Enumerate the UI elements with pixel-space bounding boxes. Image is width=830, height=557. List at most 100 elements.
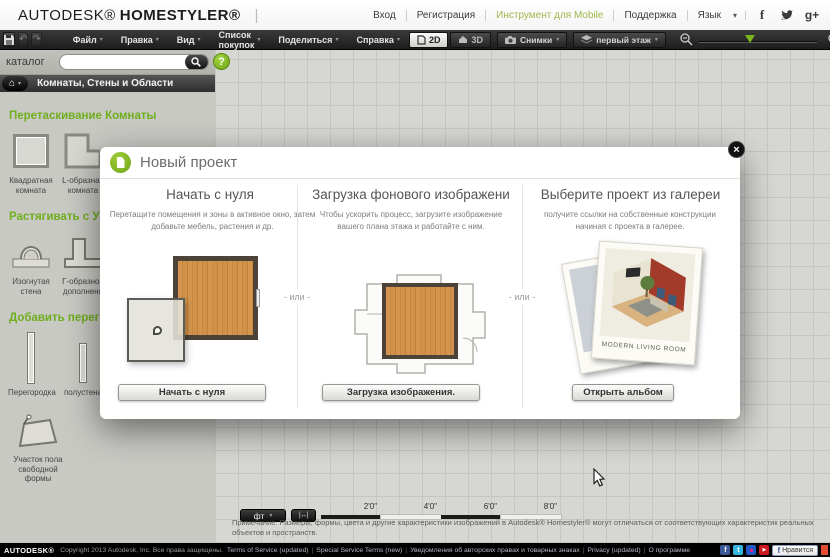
- logo-autodesk: AUTODESK®: [18, 7, 116, 24]
- menu-share[interactable]: Поделиться▾: [269, 30, 347, 50]
- square-room-icon: [13, 134, 49, 168]
- ruler-tick: 4'0": [403, 502, 437, 511]
- view-2d-button[interactable]: 2D: [409, 32, 449, 48]
- new-project-icon: [110, 152, 131, 173]
- undo-button[interactable]: ↶: [18, 32, 28, 47]
- new-project-dialog: × Новый проект Начать с нуля Перетащите …: [100, 147, 740, 419]
- breadcrumb: Комнаты, Стены и Области: [37, 78, 173, 89]
- flickr-icon[interactable]: [746, 545, 756, 555]
- catalog-label: каталог: [6, 56, 45, 68]
- zoom-slider-thumb[interactable]: [745, 35, 755, 43]
- menu-help[interactable]: Справка▾: [347, 30, 409, 50]
- logo-homestyler: HOMESTYLER®: [120, 7, 241, 24]
- snapshots-dropdown[interactable]: Снимки▾: [497, 32, 567, 48]
- language-link[interactable]: Язык: [688, 10, 731, 21]
- footer-autodesk-logo: AUTODESK®: [4, 546, 54, 555]
- upload-image-button[interactable]: Загрузка изображения.: [322, 384, 480, 401]
- breadcrumb-bar: ⌂ ▾ Комнаты, Стены и Области: [0, 75, 215, 92]
- language-dropdown-icon[interactable]: ▾: [731, 11, 746, 20]
- ruler-tick: 6'0": [463, 502, 497, 511]
- save-button[interactable]: [3, 32, 15, 47]
- house-icon: [458, 35, 468, 44]
- dragged-room-ghost: [127, 298, 185, 362]
- gallery-polaroid-front[interactable]: MODERN LIVING ROOM: [591, 241, 703, 366]
- twitter-icon[interactable]: [779, 7, 795, 23]
- halfwall-icon: [79, 343, 87, 383]
- catalog-home-button[interactable]: ⌂ ▾: [2, 76, 28, 91]
- redo-button[interactable]: ↷: [31, 32, 41, 47]
- google-plus-icon[interactable]: g+: [804, 7, 820, 23]
- footer-link-privacy[interactable]: Privacy (updated): [587, 547, 648, 554]
- top-bar: AUTODESK®HOMESTYLER® | Вход Регистрация …: [0, 0, 830, 30]
- footer-links: Terms of Service (updated) Special Servi…: [227, 547, 696, 554]
- facebook-icon[interactable]: f: [720, 545, 730, 555]
- home-icon: ⌂: [9, 79, 15, 89]
- catalog-item-freeform-floor[interactable]: Участок пола свободной формы: [8, 414, 68, 484]
- option-scratch-description: Перетащите помещения и зоны в активное о…: [105, 209, 320, 233]
- footer-link-trademarks[interactable]: Уведомления об авторских правах и товарн…: [410, 547, 587, 554]
- curved-wall-icon: [11, 235, 51, 269]
- zoom-controls: [674, 34, 830, 46]
- dialog-title: Новый проект: [140, 154, 237, 171]
- login-link[interactable]: Вход: [363, 10, 407, 21]
- footer-link-about[interactable]: О программе: [648, 547, 696, 554]
- close-icon[interactable]: ×: [728, 141, 745, 158]
- floor-selector-dropdown[interactable]: первый этаж▾: [573, 32, 666, 48]
- open-album-button[interactable]: Открыть альбом: [572, 384, 674, 401]
- search-button[interactable]: [185, 54, 208, 70]
- section-drag-rooms: Перетаскивание Комнаты: [9, 110, 209, 122]
- help-button[interactable]: ?: [213, 53, 230, 70]
- view-3d-button[interactable]: 3D: [450, 32, 491, 48]
- disclaimer-text: Примечание. Размеры, формы, цвета и друг…: [232, 518, 830, 538]
- camera-icon: [505, 36, 516, 44]
- menu-bar: Файл▾ Правка▾ Вид▾ Список покупок▾ Подел…: [64, 30, 409, 50]
- menu-view[interactable]: Вид▾: [168, 30, 210, 50]
- room-render: [600, 248, 696, 342]
- twitter-icon[interactable]: t: [733, 545, 743, 555]
- ruler-tick: 2'0": [343, 502, 377, 511]
- zoom-out-button[interactable]: [680, 34, 694, 46]
- facebook-f-icon: f: [777, 546, 780, 555]
- search-input[interactable]: [68, 56, 185, 68]
- youtube-icon[interactable]: ▶: [759, 545, 769, 555]
- footer-social-icons: f t ▶ f Нравится: [720, 545, 828, 556]
- layers-icon: [581, 35, 592, 44]
- option-gallery-heading: Выберите проект из галереи: [528, 187, 733, 202]
- menu-shopping-list[interactable]: Список покупок▾: [210, 30, 270, 50]
- facebook-icon[interactable]: f: [754, 7, 770, 23]
- option-upload-description: Чтобы ускорить процесс, загрузите изобра…: [312, 209, 510, 233]
- share-icon[interactable]: [821, 545, 828, 555]
- wood-floor-overlay: [382, 283, 458, 359]
- main-toolbar: ↶ ↷ Файл▾ Правка▾ Вид▾ Список покупок▾ П…: [0, 30, 830, 50]
- zoom-slider-track: [699, 41, 817, 43]
- support-link[interactable]: Поддержка: [614, 10, 687, 21]
- freeform-floor-icon: [16, 414, 60, 452]
- facebook-like-button[interactable]: f Нравится: [772, 545, 818, 556]
- menu-file[interactable]: Файл▾: [64, 30, 112, 50]
- mobile-tool-link[interactable]: Инструмент для Mobile: [486, 10, 614, 21]
- l-room-icon: [64, 133, 102, 169]
- catalog-item-square-room[interactable]: Квадратная комната: [8, 129, 54, 195]
- logo-divider: |: [255, 7, 259, 24]
- or-separator: - или -: [283, 289, 311, 305]
- top-links: Вход Регистрация Инструмент для Mobile П…: [363, 7, 820, 23]
- footer-bar: AUTODESK® Copyright 2013 Autodesk, Inc. …: [0, 543, 830, 557]
- toolbar-right: 2D 3D Снимки▾ первый этаж▾: [409, 32, 830, 48]
- footer-link-terms[interactable]: Terms of Service (updated): [227, 547, 316, 554]
- register-link[interactable]: Регистрация: [407, 10, 486, 21]
- or-separator: - или -: [508, 289, 536, 305]
- home-dropdown-icon: ▾: [18, 80, 21, 87]
- drag-cursor-icon: [153, 326, 162, 335]
- page-icon: [417, 35, 426, 45]
- footer-link-special-terms[interactable]: Special Service Terms (new): [316, 547, 410, 554]
- catalog-item-curved-wall[interactable]: Изогнутая стена: [8, 230, 54, 296]
- option-upload-heading: Загрузка фонового изображени: [305, 187, 517, 202]
- catalog-item-partition[interactable]: Перегородка: [8, 331, 54, 398]
- dialog-header: Новый проект: [100, 147, 740, 179]
- g-addition-icon: [63, 235, 103, 269]
- dialog-body: Начать с нуля Перетащите помещения и зон…: [100, 179, 740, 418]
- menu-edit[interactable]: Правка▾: [112, 30, 168, 50]
- zoom-slider[interactable]: [699, 34, 817, 46]
- start-from-scratch-button[interactable]: Начать с нуля: [118, 384, 266, 401]
- room-resize-handle: [256, 289, 260, 307]
